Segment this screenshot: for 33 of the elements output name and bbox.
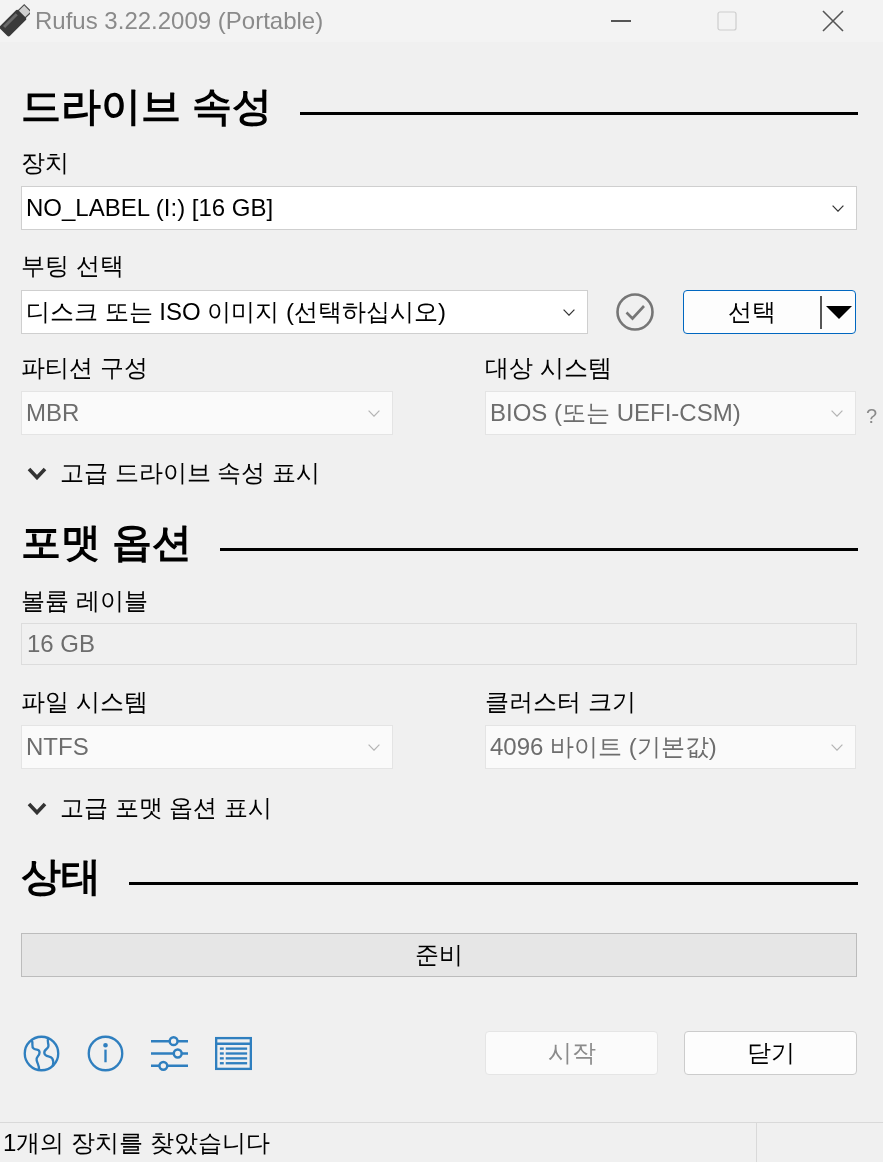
window-title: Rufus 3.22.2009 (Portable) — [35, 7, 324, 35]
field-label: 대상 시스템 — [485, 353, 612, 383]
globe-icon[interactable] — [23, 1034, 60, 1072]
status-bar-text: 1개의 장치를 찾았습니다 — [3, 1127, 270, 1158]
chevron-down-icon — [563, 308, 575, 316]
section-heading: 포맷 옵션 — [21, 519, 193, 566]
advanced-options-toggle[interactable]: 고급 드라이브 속성 표시 — [21, 458, 320, 488]
advanced-options-toggle[interactable]: 고급 포맷 옵션 표시 — [21, 793, 272, 823]
table-icon[interactable] — [215, 1034, 252, 1072]
device-dropdown[interactable]: NO_LABEL (I:) [16 GB] — [21, 186, 857, 230]
close-icon[interactable] — [822, 10, 844, 32]
info-icon[interactable] — [87, 1034, 124, 1072]
chevron-down-icon — [832, 204, 844, 212]
status-text: 준비 — [415, 940, 463, 970]
field-label: 파일 시스템 — [21, 687, 148, 717]
chevron-down-icon — [368, 743, 380, 751]
dialog-button[interactable]: 닫기 — [684, 1031, 857, 1075]
section-heading: 드라이브 속성 — [21, 83, 273, 130]
boot-selection-dropdown[interactable]: 디스크 또는 ISO 이미지 (선택하십시오) — [21, 290, 588, 334]
chevron-down-icon — [368, 409, 380, 417]
section-heading: 상태 — [21, 853, 101, 900]
field-label: 장치 — [21, 148, 69, 178]
check-circle-icon[interactable] — [616, 293, 654, 331]
field-label: 부팅 선택 — [21, 251, 124, 281]
caret-icon — [826, 305, 852, 319]
field-label: 클러스터 크기 — [485, 687, 636, 717]
chevron-down-icon — [831, 743, 843, 751]
field-label: 볼륨 레이블 — [21, 586, 148, 616]
usb-drive-icon — [0, 3, 30, 39]
field-label: 파티션 구성 — [21, 353, 148, 383]
sliders-icon[interactable] — [151, 1034, 188, 1072]
select-button[interactable]: 선택 — [683, 290, 856, 334]
chevron-down-icon — [831, 409, 843, 417]
